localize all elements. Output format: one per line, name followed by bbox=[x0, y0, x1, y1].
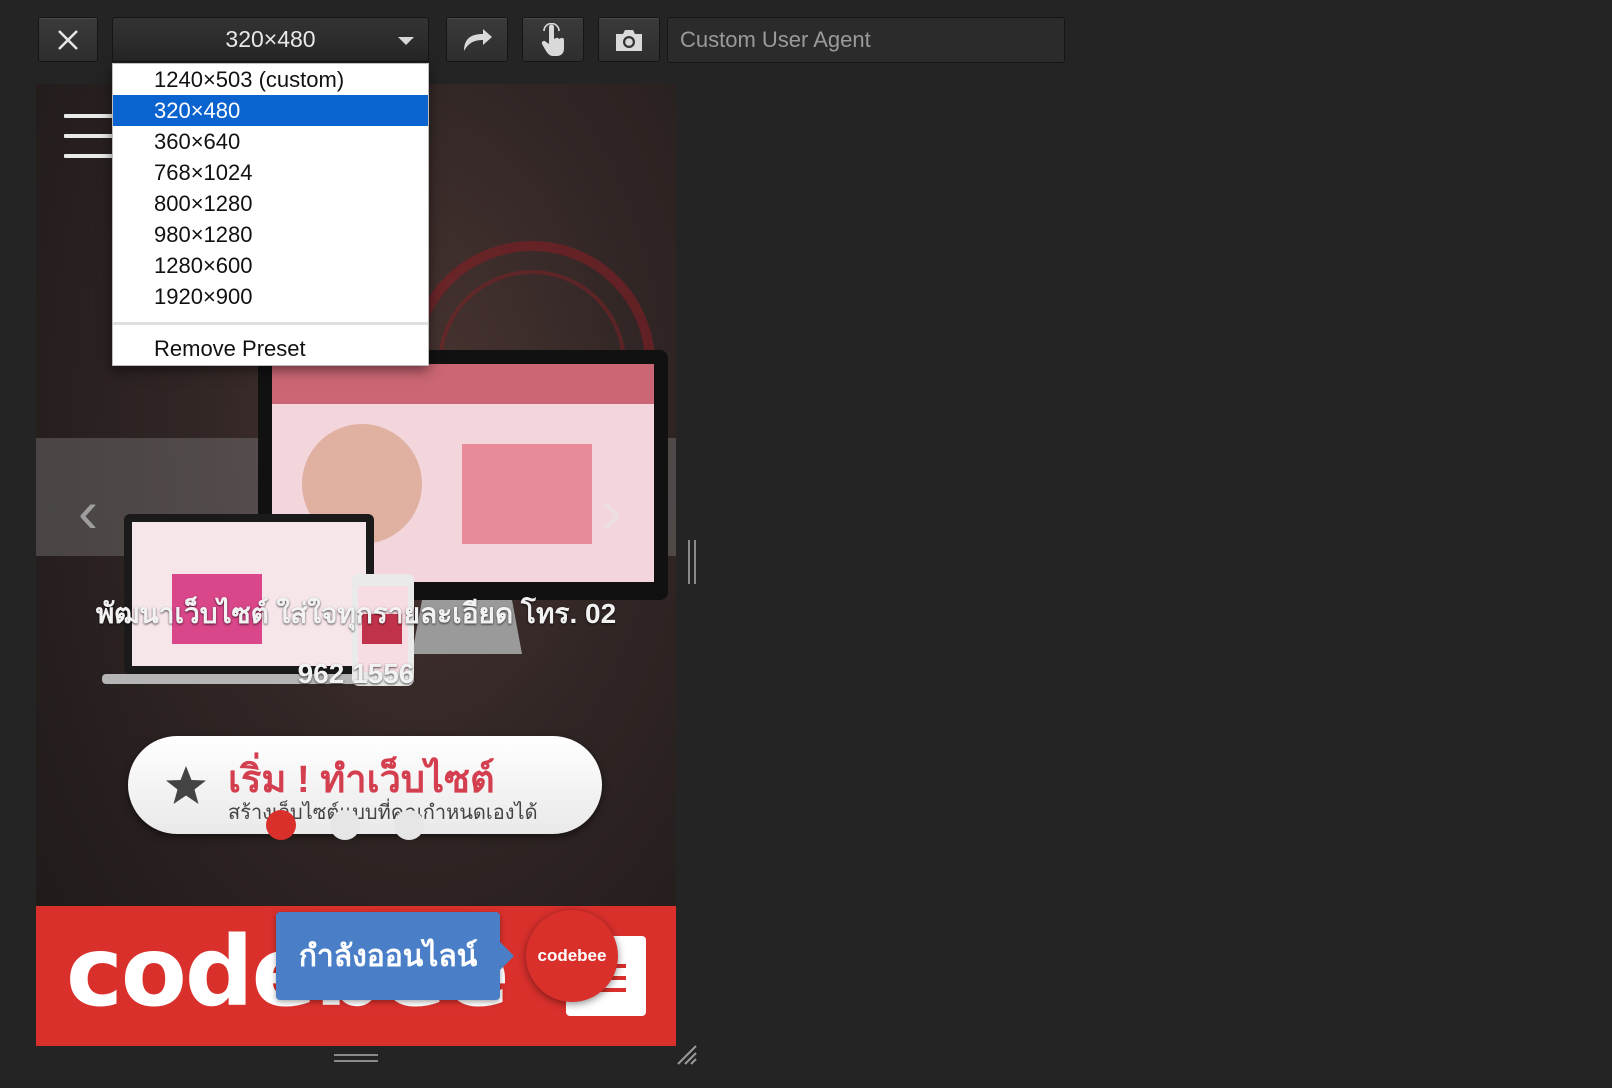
start-website-button[interactable]: เริ่ม ! ทำเว็บไซต์ สร้างเว็บไซต์แบบที่คุ… bbox=[128, 736, 602, 834]
online-status-label: กำลังออนไลน์ bbox=[298, 939, 478, 973]
slider-prev-icon[interactable]: ‹ bbox=[78, 482, 98, 542]
chevron-down-icon bbox=[398, 37, 414, 45]
tagline-line-2: 962 1556 bbox=[297, 658, 415, 689]
slider-dot-1[interactable] bbox=[266, 810, 296, 840]
slider-next-icon[interactable]: › bbox=[602, 482, 622, 542]
chat-avatar[interactable]: codebee bbox=[526, 910, 618, 1002]
selected-size-label: 320×480 bbox=[225, 26, 316, 52]
size-option[interactable]: 1920×900 bbox=[113, 281, 428, 312]
height-resize-handle[interactable] bbox=[334, 1054, 378, 1062]
user-agent-input[interactable] bbox=[667, 17, 1065, 63]
hero-tagline: พัฒนาเว็บไซต์ ใส่ใจทุกรายละเอียด โทร. 02… bbox=[66, 584, 646, 704]
touch-icon bbox=[541, 22, 564, 56]
tagline-line-1: พัฒนาเว็บไซต์ ใส่ใจทุกรายละเอียด โทร. 02 bbox=[95, 598, 617, 629]
rotate-icon bbox=[464, 28, 492, 51]
footer-bar: codebee กำลังออนไลน์ codebee bbox=[36, 906, 676, 1046]
slider-dot-2[interactable] bbox=[330, 810, 360, 840]
size-option[interactable]: 768×1024 bbox=[113, 157, 428, 188]
close-button[interactable] bbox=[38, 17, 98, 62]
viewport-size-dropdown: 1240×503 (custom) 320×480 360×640 768×10… bbox=[112, 63, 429, 366]
size-option[interactable]: 1240×503 (custom) bbox=[113, 64, 428, 95]
slider-dot-3[interactable] bbox=[394, 810, 424, 840]
dropdown-divider bbox=[113, 322, 428, 325]
viewport-size-select[interactable]: 320×480 bbox=[112, 17, 429, 62]
size-option[interactable]: 800×1280 bbox=[113, 188, 428, 219]
touch-emulation-button[interactable] bbox=[522, 17, 584, 62]
camera-icon bbox=[616, 29, 642, 51]
size-option-selected[interactable]: 320×480 bbox=[113, 95, 428, 126]
star-icon bbox=[166, 766, 206, 804]
width-resize-handle[interactable] bbox=[688, 540, 696, 584]
corner-resize-icon[interactable] bbox=[676, 1044, 698, 1066]
screenshot-button[interactable] bbox=[598, 17, 660, 62]
remove-preset-option[interactable]: Remove Preset bbox=[113, 333, 428, 364]
rotate-button[interactable] bbox=[446, 17, 508, 62]
chat-avatar-text: codebee bbox=[537, 946, 607, 965]
size-option[interactable]: 360×640 bbox=[113, 126, 428, 157]
close-icon bbox=[58, 29, 78, 50]
size-option[interactable]: 980×1280 bbox=[113, 219, 428, 250]
size-option[interactable]: 1280×600 bbox=[113, 250, 428, 281]
online-chat-bubble[interactable]: กำลังออนไลน์ bbox=[276, 912, 514, 1000]
